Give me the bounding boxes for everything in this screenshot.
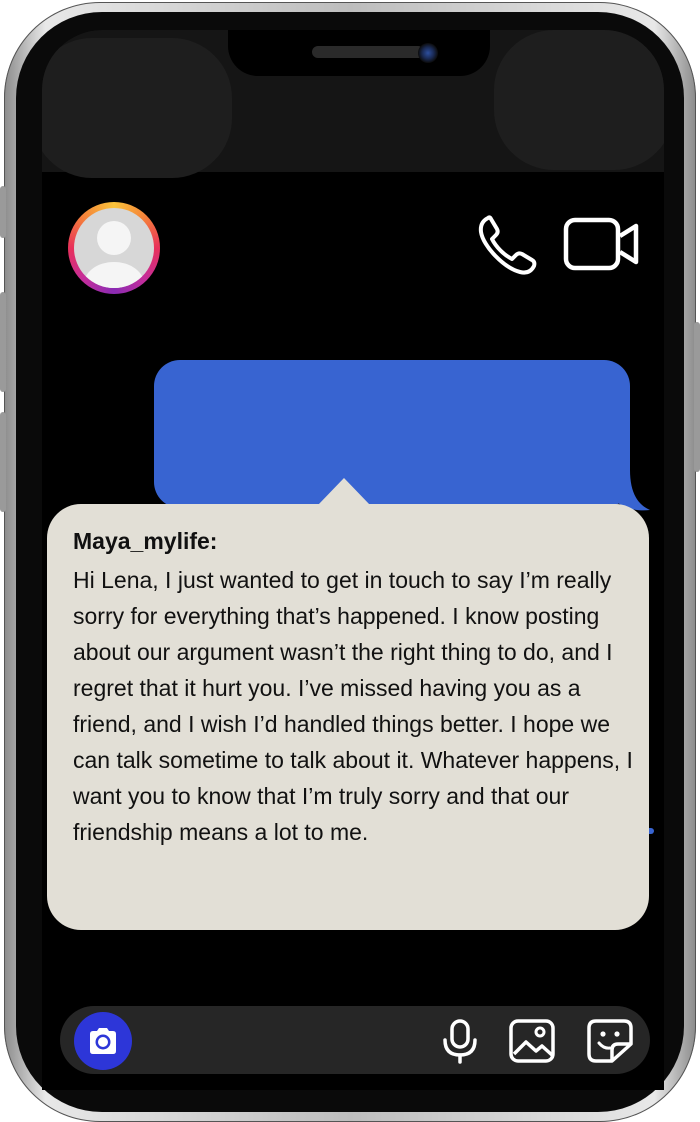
chat-screen: Maya_mylife: Hi Lena, I just wanted to g…	[42, 30, 664, 1090]
incoming-message-bubble[interactable]: Maya_mylife: Hi Lena, I just wanted to g…	[47, 504, 649, 930]
video-camera-icon[interactable]	[562, 214, 642, 274]
outgoing-message-bubble[interactable]	[154, 360, 630, 508]
status-corner-right	[494, 30, 664, 170]
mute-switch	[0, 186, 6, 238]
message-text: Hi Lena, I just wanted to get in touch t…	[73, 567, 633, 845]
volume-up-button	[0, 292, 6, 392]
phone-icon[interactable]	[474, 210, 542, 278]
power-button	[694, 322, 700, 472]
camera-button[interactable]	[74, 1012, 132, 1070]
volume-down-button	[0, 412, 6, 512]
camera-icon	[90, 1028, 116, 1054]
default-user-avatar-icon	[74, 208, 154, 288]
status-corner-left	[42, 38, 232, 178]
sticker-icon[interactable]	[586, 1018, 634, 1068]
composer-bar	[60, 1006, 650, 1074]
phone-frame: Maya_mylife: Hi Lena, I just wanted to g…	[0, 2, 700, 1122]
microphone-icon[interactable]	[440, 1018, 480, 1068]
contact-avatar[interactable]	[68, 202, 160, 294]
image-icon[interactable]	[508, 1018, 556, 1068]
front-camera	[418, 43, 438, 63]
message-pointer	[318, 478, 370, 505]
earpiece-speaker	[312, 46, 424, 58]
message-sender: Maya_mylife:	[73, 528, 218, 554]
